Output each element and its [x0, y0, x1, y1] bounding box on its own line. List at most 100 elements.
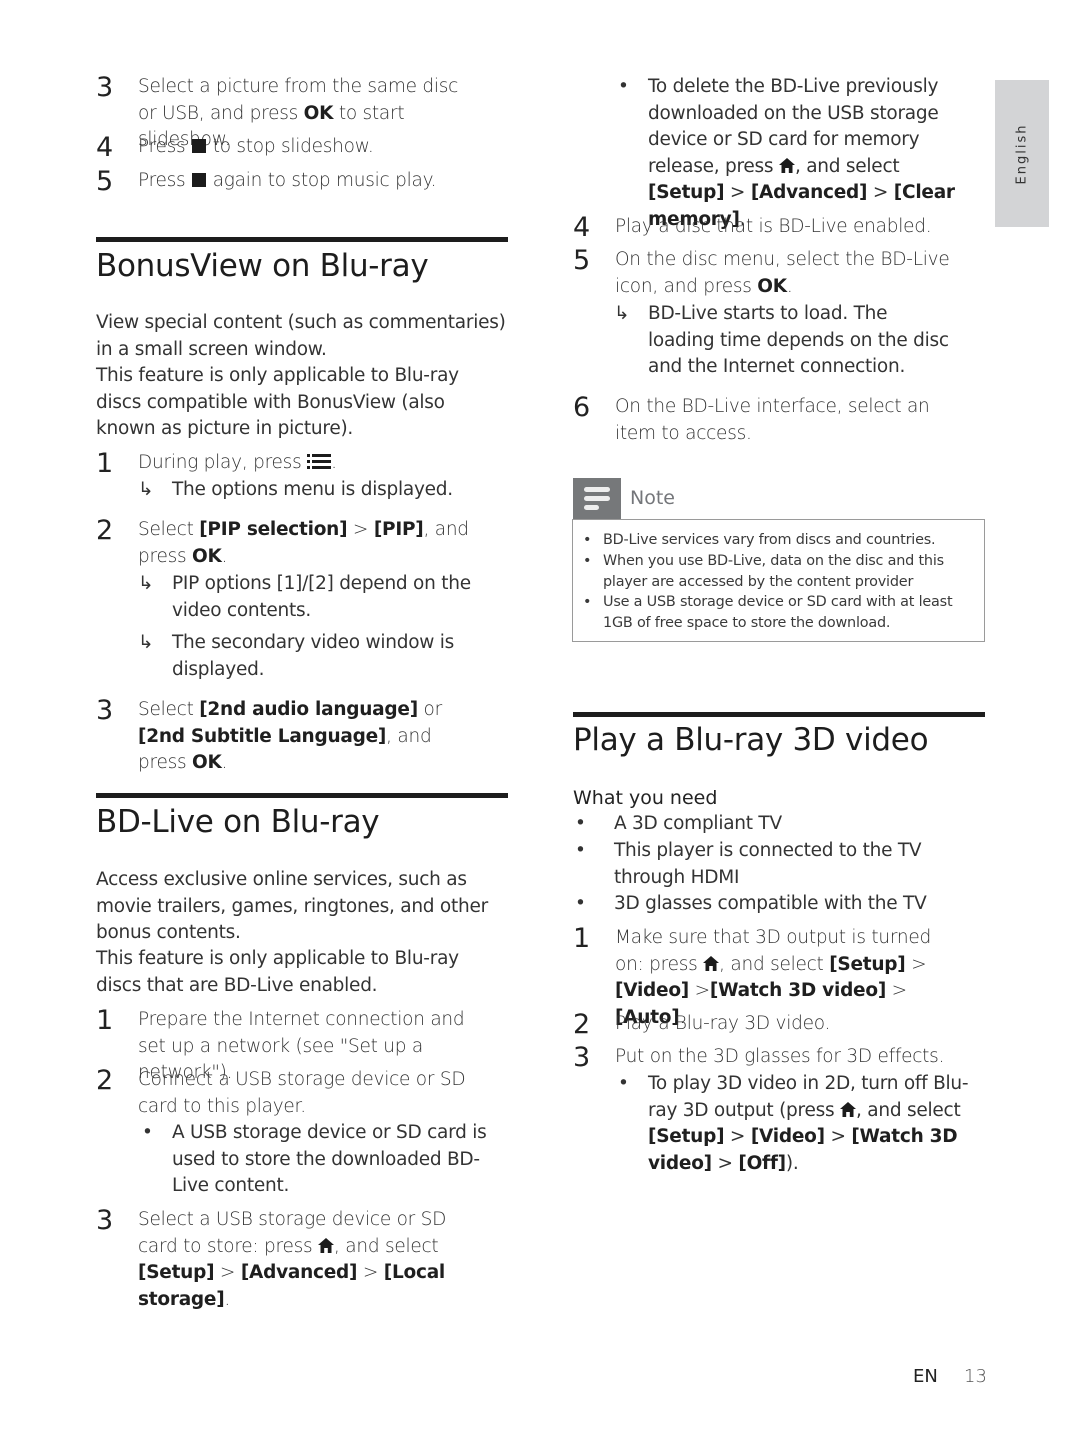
- step-text: .: [331, 452, 337, 473]
- home-icon: [779, 158, 795, 173]
- bonusview-applicability: This feature is only applicable to Blu-r…: [96, 365, 459, 440]
- step-text: >: [905, 953, 927, 975]
- step-number: 1: [96, 1005, 113, 1036]
- note-label: Note: [630, 487, 675, 509]
- bonusview-heading: BonusView on Blu-ray: [96, 248, 429, 284]
- bullet-text: >: [867, 182, 894, 204]
- section-rule: [96, 237, 508, 242]
- need-text: 3D glasses compatible with the TV: [614, 893, 927, 914]
- note-text: Use a USB storage device or SD card with…: [603, 594, 953, 631]
- home-icon: [318, 1238, 334, 1253]
- play3d-heading: Play a Blu-ray 3D video: [573, 722, 929, 758]
- menu-path-item: [PIP selection]: [199, 519, 348, 540]
- bullet-icon: •: [575, 813, 586, 834]
- menu-path-item: [2nd Subtitle Language]: [138, 725, 387, 747]
- menu-path-item: [Off]: [738, 1152, 786, 1174]
- what-you-need-label: What you need: [573, 787, 718, 809]
- step-number: 1: [573, 923, 590, 954]
- bullet-icon: •: [618, 1073, 629, 1094]
- step-number: 2: [96, 1065, 113, 1096]
- step-text: , and select: [334, 1235, 439, 1257]
- result-arrow-icon: ↳: [614, 303, 630, 324]
- menu-path-item: [Setup]: [829, 953, 906, 975]
- bullet-icon: •: [583, 532, 592, 548]
- result-arrow-icon: ↳: [138, 632, 154, 653]
- step-text: Select: [138, 519, 200, 540]
- bullet-text: >: [711, 1152, 739, 1174]
- section-rule: [573, 712, 985, 717]
- menu-path-item: [Video]: [615, 980, 689, 1002]
- step-number: 6: [573, 392, 590, 423]
- menu-path-item: [PIP]: [373, 519, 424, 540]
- bullet-text: , and select: [856, 1099, 961, 1121]
- step-text: .: [221, 545, 228, 567]
- home-icon: [840, 1102, 856, 1117]
- language-tab: English: [995, 80, 1049, 227]
- bdlive-heading: BD-Live on Blu-ray: [96, 804, 380, 840]
- step-text: >: [214, 1262, 241, 1284]
- result-arrow-icon: ↳: [138, 479, 154, 500]
- step-text: Press: [138, 136, 192, 157]
- step-text: >: [886, 980, 908, 1002]
- bdlive-intro: Access exclusive online services, such a…: [96, 869, 488, 944]
- bullet-icon: •: [618, 76, 629, 97]
- page-number: 13: [964, 1366, 987, 1387]
- ok-key-label: OK: [191, 545, 222, 567]
- bonusview-intro: View special content (such as commentari…: [96, 312, 506, 360]
- result-arrow-icon: ↳: [138, 573, 154, 594]
- menu-path-item: [Advanced]: [240, 1262, 358, 1284]
- result-text: BD-Live starts to load. The loading time…: [648, 303, 949, 378]
- ok-key-label: OK: [303, 102, 334, 124]
- stop-icon: [192, 173, 207, 187]
- step-number: 3: [573, 1042, 590, 1073]
- step-number: 2: [96, 515, 113, 546]
- result-text: PIP options [1]/[2] depend on the video …: [172, 573, 471, 621]
- step-text: Put on the 3D glasses for 3D effects.: [615, 1046, 945, 1067]
- bullet-icon: •: [583, 594, 592, 610]
- need-text: This player is connected to the TV throu…: [614, 840, 922, 888]
- step-number: 5: [96, 166, 113, 197]
- bdlive-applicability: This feature is only applicable to Blu-r…: [96, 948, 459, 996]
- menu-path-item: [Setup]: [138, 1262, 215, 1284]
- menu-path-item: [Watch 3D video]: [709, 980, 887, 1002]
- language-tab-label: English: [1014, 123, 1030, 184]
- step-text: .: [221, 752, 228, 774]
- step-number: 2: [573, 1009, 590, 1040]
- bullet-icon: •: [575, 840, 586, 861]
- menu-path-item: [Setup]: [648, 1126, 725, 1148]
- bullet-icon: •: [583, 553, 592, 569]
- menu-path-item: [Setup]: [648, 182, 725, 204]
- menu-path-item: [2nd audio language]: [199, 699, 418, 720]
- note-text: BD-Live services vary from discs and cou…: [603, 532, 936, 548]
- step-text: >: [357, 1262, 384, 1284]
- step-text: .: [224, 1288, 231, 1310]
- step-text: .: [786, 275, 793, 297]
- step-text: Select a picture from the same disc or U…: [138, 76, 459, 124]
- result-text: The options menu is displayed.: [172, 479, 453, 500]
- bullet-text: A USB storage device or SD card is used …: [172, 1122, 487, 1197]
- section-rule: [96, 793, 508, 798]
- bullet-text: >: [724, 1126, 751, 1148]
- note-icon: [573, 478, 621, 519]
- step-number: 1: [96, 448, 113, 479]
- step-number: 3: [96, 1205, 113, 1236]
- step-text: Play a disc that is BD-Live enabled.: [615, 216, 932, 237]
- step-number: 4: [573, 212, 590, 243]
- menu-path-item: [Video]: [750, 1126, 825, 1148]
- note-box: • BD-Live services vary from discs and c…: [572, 519, 985, 642]
- bullet-icon: •: [142, 1122, 153, 1143]
- footer-language-code: EN: [913, 1366, 938, 1387]
- step-text: >: [689, 980, 711, 1002]
- bullet-text: ).: [785, 1152, 799, 1174]
- need-text: A 3D compliant TV: [614, 813, 782, 834]
- ok-key-label: OK: [757, 275, 787, 297]
- stop-icon: [192, 139, 207, 153]
- ok-key-label: OK: [191, 752, 222, 774]
- result-text: The secondary video window is displayed.: [172, 632, 455, 680]
- step-text: During play, press: [138, 452, 308, 473]
- step-text: Select: [138, 699, 200, 720]
- step-number: 3: [96, 695, 113, 726]
- options-menu-icon: [307, 453, 331, 469]
- step-text: to stop slideshow.: [207, 136, 374, 157]
- bullet-text: >: [724, 182, 751, 204]
